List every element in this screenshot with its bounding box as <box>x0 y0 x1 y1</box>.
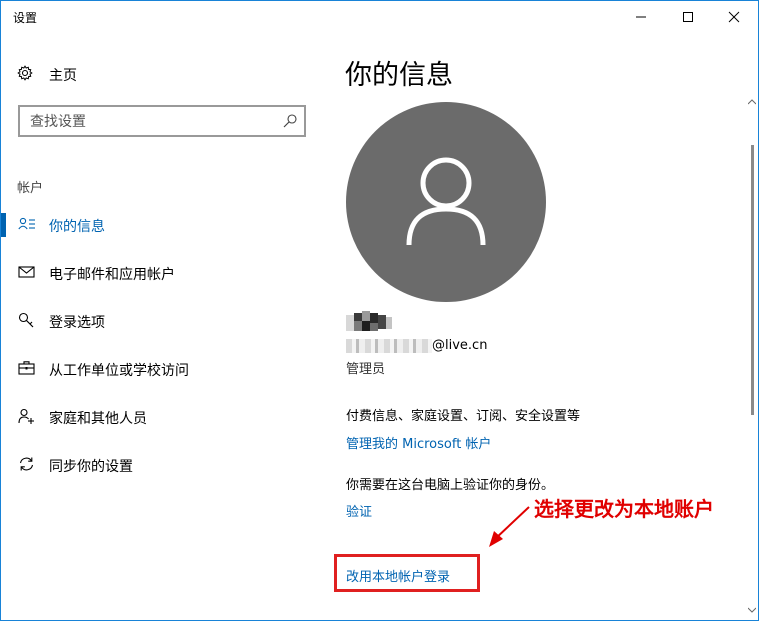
scroll-up-icon[interactable] <box>748 99 756 105</box>
person-card-icon <box>18 217 35 230</box>
person-icon <box>406 157 486 246</box>
email-domain: @live.cn <box>432 338 488 353</box>
close-icon <box>728 11 740 23</box>
person-add-icon <box>18 408 34 424</box>
minimize-button[interactable] <box>618 1 664 33</box>
sync-icon <box>19 457 34 471</box>
sidebar-item-your-info[interactable]: 你的信息 <box>1 207 321 243</box>
sidebar-item-sign-in-options[interactable]: 登录选项 <box>1 303 321 339</box>
page-title: 你的信息 <box>345 60 453 91</box>
annotation-arrow <box>489 506 530 547</box>
scrollbar-thumb[interactable] <box>751 145 754 415</box>
mail-icon <box>18 266 35 278</box>
maximize-button[interactable] <box>665 1 711 33</box>
active-indicator <box>1 213 6 237</box>
settings-window: 设置 主页 帐户 你的 <box>0 0 759 621</box>
briefcase-icon <box>18 361 35 375</box>
account-role: 管理员 <box>346 362 386 377</box>
verify-link[interactable]: 验证 <box>346 501 372 520</box>
gear-icon <box>17 65 33 81</box>
close-button[interactable] <box>711 1 757 33</box>
verify-identity-prompt: 你需要在这台电脑上验证你的身份。 <box>346 478 555 493</box>
sidebar-item-label: 登录选项 <box>49 315 105 331</box>
sidebar-item-label: 家庭和其他人员 <box>49 411 147 427</box>
local-account-highlight: 改用本地帐户登录 <box>334 554 480 592</box>
section-heading: 帐户 <box>17 181 44 196</box>
sidebar-item-work-school[interactable]: 从工作单位或学校访问 <box>1 351 321 387</box>
home-label: 主页 <box>49 68 77 84</box>
scroll-down-icon[interactable] <box>748 607 756 613</box>
sidebar-item-label: 电子邮件和应用帐户 <box>49 267 175 283</box>
sidebar-item-email-accounts[interactable]: 电子邮件和应用帐户 <box>1 255 321 291</box>
title-bar: 设置 <box>1 1 758 33</box>
window-title: 设置 <box>13 11 38 25</box>
sidebar-item-family[interactable]: 家庭和其他人员 <box>1 399 321 435</box>
sidebar-item-label: 你的信息 <box>49 219 105 235</box>
search-box[interactable] <box>18 105 306 137</box>
redacted-email-user <box>346 338 432 353</box>
email-address: @live.cn <box>346 338 487 354</box>
billing-info-text: 付费信息、家庭设置、订阅、安全设置等 <box>346 409 581 424</box>
redacted-user-name <box>346 311 392 333</box>
search-input[interactable] <box>30 113 270 131</box>
home-nav-item[interactable]: 主页 <box>17 63 217 85</box>
key-icon <box>18 312 34 328</box>
manage-microsoft-account-link[interactable]: 管理我的 Microsoft 帐户 <box>346 433 491 452</box>
search-icon[interactable] <box>282 113 298 129</box>
sidebar-item-label: 同步你的设置 <box>49 459 133 475</box>
minimize-icon <box>636 16 646 18</box>
maximize-icon <box>683 12 693 22</box>
sidebar-item-sync[interactable]: 同步你的设置 <box>1 447 321 483</box>
sidebar-item-label: 从工作单位或学校访问 <box>49 363 189 379</box>
annotation-text: 选择更改为本地账户 <box>534 497 714 521</box>
switch-to-local-account-link[interactable]: 改用本地帐户登录 <box>346 566 450 585</box>
avatar <box>346 102 546 302</box>
scrollbar[interactable] <box>745 33 759 621</box>
